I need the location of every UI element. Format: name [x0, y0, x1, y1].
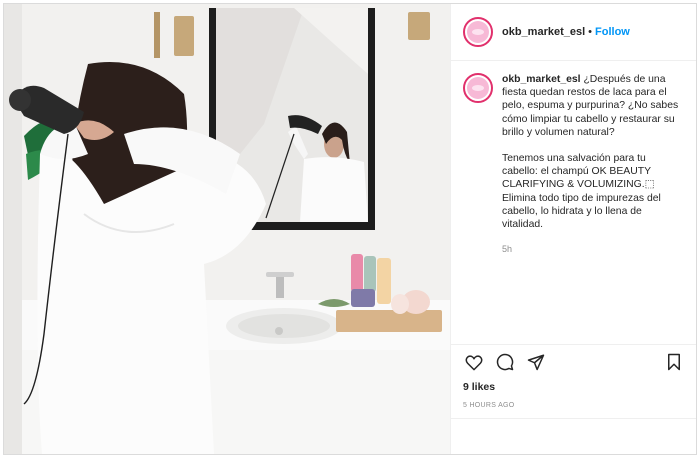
comment-icon[interactable]	[494, 351, 516, 373]
likes-count[interactable]: 9 likes	[451, 381, 696, 393]
bathroom-photo-illustration	[4, 4, 450, 454]
heart-icon[interactable]	[463, 351, 485, 373]
post-sidebar: okb_market_esl • Follow okb_market_esl ¿…	[450, 4, 696, 454]
action-icons	[451, 345, 696, 379]
caption-avatar[interactable]	[463, 73, 493, 103]
avatar-logo	[467, 21, 489, 43]
header-username[interactable]: okb_market_esl	[502, 26, 585, 38]
bookmark-icon[interactable]	[663, 351, 685, 373]
instagram-post-dialog: okb_market_esl • Follow okb_market_esl ¿…	[3, 3, 697, 455]
separator-dot: •	[588, 26, 593, 38]
share-icon[interactable]	[525, 351, 547, 373]
post-header: okb_market_esl • Follow	[451, 4, 696, 61]
caption-row: okb_market_esl ¿Después de una fiesta qu…	[451, 61, 696, 344]
caption-avatar-logo	[467, 77, 489, 99]
post-photo[interactable]	[4, 4, 450, 454]
actions-section: 9 likes 5 HOURS AGO	[451, 344, 696, 414]
caption-text: okb_market_esl ¿Después de una fiesta qu…	[502, 73, 684, 344]
avatar[interactable]	[463, 17, 493, 47]
post-timestamp[interactable]: 5 HOURS AGO	[451, 402, 696, 409]
caption-paragraph-2: Tenemos una salvación para tu cabello: e…	[502, 153, 661, 231]
relative-time[interactable]: 5h	[502, 243, 684, 256]
caption-username[interactable]: okb_market_esl	[502, 74, 581, 85]
follow-button[interactable]: Follow	[595, 26, 630, 38]
comment-bar	[451, 418, 696, 454]
